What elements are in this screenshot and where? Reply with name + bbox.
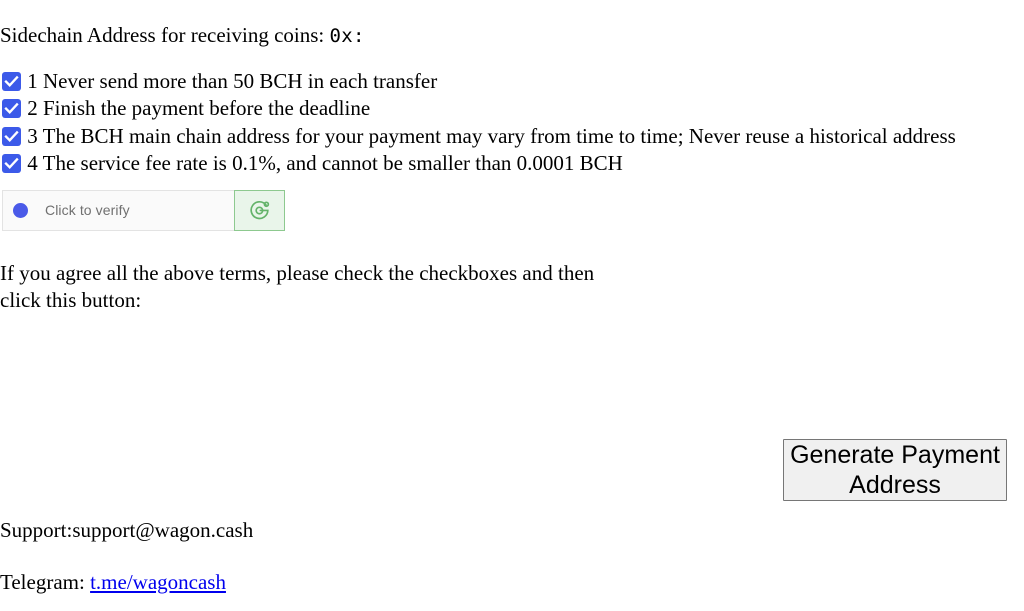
term-item-2: 2 Finish the payment before the deadline: [0, 95, 1024, 123]
generate-button-wrapper: Generate Payment Address: [783, 439, 1007, 501]
telegram-link[interactable]: t.me/wagoncash: [90, 570, 226, 594]
term-checkbox-4[interactable]: [2, 154, 21, 173]
term-label-2: 2 Finish the payment before the deadline: [22, 96, 371, 120]
telegram-line: Telegram: t.me/wagoncash: [0, 569, 253, 597]
term-item-3: 3 The BCH main chain address for your pa…: [0, 123, 1024, 151]
agreement-text: If you agree all the above terms, please…: [0, 260, 595, 313]
term-checkbox-1[interactable]: [2, 71, 21, 91]
term-label-4: 4 The service fee rate is 0.1%, and cann…: [22, 151, 623, 175]
term-checkbox-3[interactable]: [2, 126, 21, 146]
captcha-verify-widget[interactable]: Click to verify: [2, 189, 285, 231]
telegram-label: Telegram:: [0, 569, 91, 594]
term-label-1: 1 Never send more than 50 BCH in each tr…: [22, 68, 438, 93]
terms-list: 1 Never send more than 50 BCH in each tr…: [0, 68, 1024, 178]
page-root: Sidechain Address for receiving coins: 0…: [0, 0, 1024, 594]
term-label-3: 3 The BCH main chain address for your pa…: [22, 123, 956, 148]
sidechain-address-prefix: 0x:: [329, 25, 365, 47]
footer: Support:support@wagon.cash Telegram: t.m…: [0, 517, 253, 596]
captcha-status-dot-icon: [13, 202, 28, 218]
generate-payment-address-button[interactable]: Generate Payment Address: [783, 439, 1007, 501]
captcha-click-area[interactable]: Click to verify: [3, 191, 234, 230]
captcha-label: Click to verify: [45, 201, 130, 218]
term-checkbox-2[interactable]: [2, 99, 21, 118]
captcha-target-icon: [247, 198, 272, 223]
term-item-1: 1 Never send more than 50 BCH in each tr…: [0, 68, 1024, 96]
support-line: Support:support@wagon.cash: [0, 518, 254, 542]
sidechain-address-line: Sidechain Address for receiving coins: 0…: [0, 22, 1024, 50]
term-item-4: 4 The service fee rate is 0.1%, and cann…: [0, 150, 1024, 178]
sidechain-address-label: Sidechain Address for receiving coins:: [0, 23, 325, 47]
captcha-logo-panel[interactable]: [234, 189, 285, 231]
